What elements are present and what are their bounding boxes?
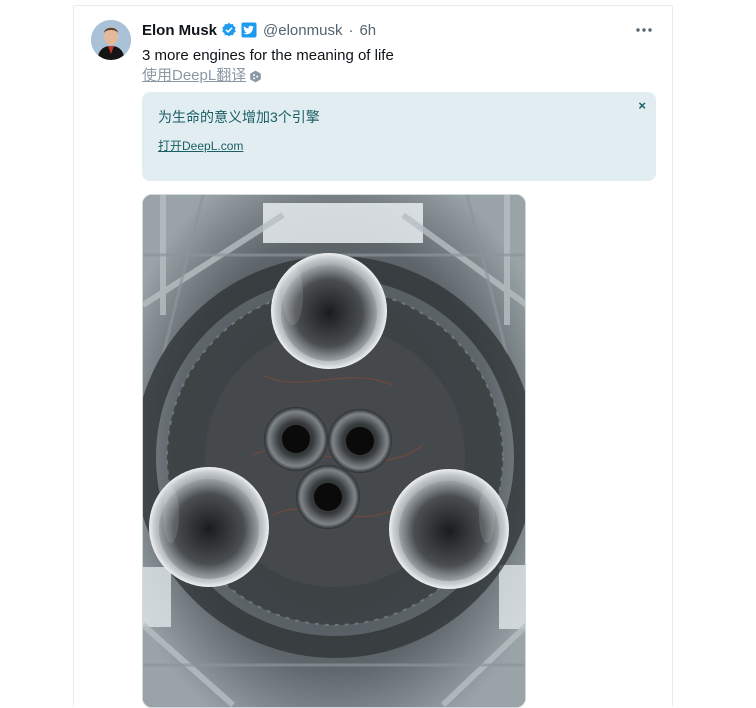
rocket-engines-photo: [143, 195, 525, 707]
tweet-header: Elon Musk @elonmusk · 6h: [142, 20, 376, 40]
tweet-text: 3 more engines for the meaning of life: [142, 47, 394, 64]
author-name[interactable]: Elon Musk: [142, 22, 217, 39]
tweet-photo[interactable]: [142, 194, 526, 708]
open-deepl-link[interactable]: 打开DeepL.com: [158, 137, 243, 154]
avatar[interactable]: [91, 20, 131, 60]
tweet-card: Elon Musk @elonmusk · 6h 3 more engines …: [73, 5, 673, 708]
translate-link[interactable]: 使用DeepL翻译: [142, 66, 262, 86]
tweet-time[interactable]: 6h: [359, 22, 376, 39]
twitter-blue-icon: [241, 22, 257, 38]
author-handle[interactable]: @elonmusk: [263, 22, 342, 39]
avatar-image: [91, 20, 131, 60]
more-options-icon[interactable]: [634, 22, 654, 38]
translate-label: 使用DeepL翻译: [142, 67, 247, 84]
verified-badge-icon: [222, 22, 236, 37]
deepl-icon: [250, 70, 262, 82]
header-separator: ·: [348, 21, 354, 39]
close-translation-button[interactable]: ×: [638, 98, 646, 113]
deepl-translation-panel: 为生命的意义增加3个引擎 打开DeepL.com ×: [142, 92, 656, 181]
translation-text: 为生命的意义增加3个引擎: [158, 109, 320, 125]
